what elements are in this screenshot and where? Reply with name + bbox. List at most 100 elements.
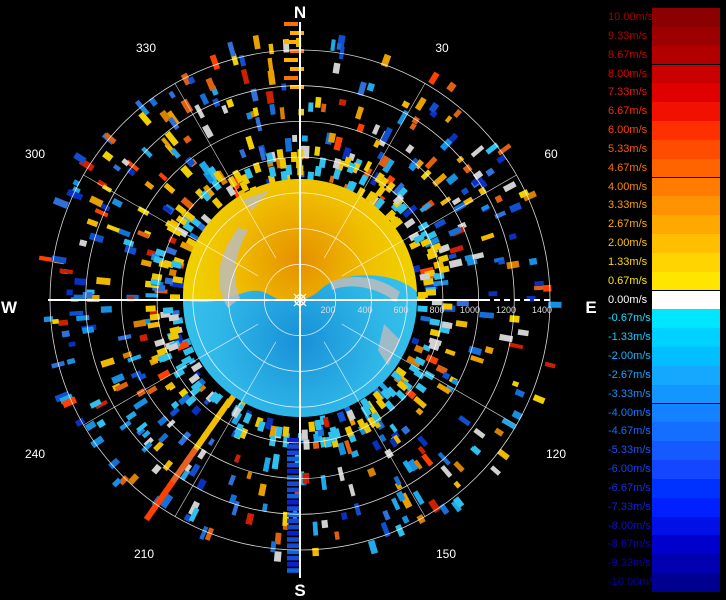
range-gate-cell	[414, 96, 427, 111]
range-gate-cell	[240, 68, 250, 85]
legend-row: 5.33m/s	[604, 139, 722, 159]
range-gate-cell	[508, 342, 524, 350]
range-gate-cell	[424, 156, 438, 170]
legend-swatch	[652, 573, 720, 592]
range-gate-cell	[252, 35, 261, 50]
legend-row: -6.00m/s	[604, 460, 722, 479]
range-gate-cell	[448, 253, 457, 260]
west-label: W	[1, 298, 18, 317]
range-gate-cell	[449, 244, 464, 254]
legend-row: -6.67m/s	[604, 478, 722, 498]
range-gate-cell	[420, 315, 431, 322]
range-gate-cell	[197, 448, 207, 460]
range-gate-cell	[111, 197, 123, 208]
range-gate-cell	[330, 39, 336, 52]
legend-label: 10.00m/s	[608, 11, 654, 23]
legend-label: -4.00m/s	[608, 406, 651, 419]
range-gate-cell	[432, 172, 448, 187]
range-gate-cell	[350, 449, 360, 458]
north-strip-cell	[290, 67, 304, 71]
inner-ring-cell	[308, 421, 316, 432]
range-gate-cell	[124, 245, 137, 255]
inner-ring-cell	[279, 158, 287, 169]
south-strip-cell	[287, 562, 301, 567]
legend-row: -3.33m/s	[604, 384, 722, 404]
range-gate-cell	[367, 539, 379, 555]
azimuth-label-300: 300	[25, 147, 45, 161]
polar-grid	[48, 22, 552, 578]
range-gate-cell	[413, 395, 427, 409]
legend-row: 0.00m/s	[604, 290, 722, 310]
range-gate-cell	[157, 369, 171, 381]
inner-ring-cell	[417, 305, 428, 313]
range-gate-cell	[168, 268, 177, 277]
legend-swatch	[652, 83, 720, 103]
range-gate-cell	[511, 380, 520, 388]
range-gate-cell	[502, 181, 517, 193]
range-gate-cell	[59, 268, 74, 275]
azimuth-label-210: 210	[134, 547, 154, 561]
range-gate-cell	[354, 106, 364, 120]
range-gate-cell	[194, 104, 205, 119]
south-strip-cell	[287, 524, 301, 530]
range-gate-cell	[401, 100, 411, 109]
range-gate-cell	[488, 291, 498, 297]
range-gate-cell	[508, 233, 517, 241]
range-gate-cell	[151, 463, 162, 475]
range-gate-cell	[506, 260, 520, 270]
range-gate-cell	[165, 246, 178, 256]
inner-ring-cell	[332, 168, 342, 180]
inner-ring-cell	[303, 439, 310, 450]
range-gate-cell	[446, 81, 457, 93]
legend-label: 4.00m/s	[608, 180, 648, 193]
legend-label: -4.67m/s	[608, 425, 651, 438]
legend-swatch	[652, 309, 720, 329]
legend-label: 7.33m/s	[608, 86, 648, 99]
inner-ring-cell	[437, 254, 449, 263]
range-gate-cell	[133, 319, 147, 328]
legend-swatch	[652, 45, 720, 65]
legend-label: 1.33m/s	[608, 255, 648, 268]
south-strip-cell	[287, 518, 301, 524]
inner-ring-cell	[282, 426, 290, 437]
inner-ring-cell	[211, 197, 223, 209]
north-strip-cell	[284, 76, 298, 80]
sw-spoke-cell	[143, 504, 158, 522]
range-gate-cell	[111, 373, 125, 385]
range-gate-cell	[246, 471, 253, 480]
legend-swatch	[652, 441, 720, 460]
range-gate-cell	[141, 146, 153, 158]
inner-ring-cell	[423, 370, 436, 381]
range-gate-cell	[353, 502, 362, 516]
legend-swatch	[652, 478, 720, 498]
south-strip-cell	[287, 487, 301, 493]
azimuth-label-120: 120	[546, 447, 566, 461]
legend-row: -9.33m/s	[604, 554, 722, 574]
range-gate-cell	[262, 457, 271, 473]
range-gate-cell	[356, 123, 365, 133]
inner-ring-cell	[145, 305, 156, 312]
legend-swatch	[652, 26, 720, 46]
range-gate-cell	[314, 146, 321, 156]
legend-row: 3.33m/s	[604, 196, 722, 216]
inner-ring-cell	[425, 289, 437, 296]
range-gate-cell	[332, 62, 341, 74]
range-label-200: 200	[320, 305, 335, 315]
range-gate-cell	[485, 142, 499, 155]
south-strip-cell	[287, 512, 301, 517]
range-gate-cell	[69, 310, 84, 316]
legend-label: 0.67m/s	[608, 274, 648, 287]
legend-swatch	[652, 196, 720, 216]
range-gate-cell	[191, 405, 202, 416]
range-gate-cell	[66, 357, 76, 365]
range-gate-cell	[479, 311, 495, 319]
range-gate-cell	[177, 431, 192, 446]
range-gate-cell	[458, 415, 471, 427]
south-strip-cell	[287, 493, 301, 499]
legend-swatch	[652, 121, 720, 140]
range-gate-cell	[321, 519, 329, 529]
range-gate-cell	[145, 293, 159, 298]
legend-swatch	[652, 516, 720, 536]
range-gate-cell	[267, 70, 276, 86]
range-label-600: 600	[393, 305, 408, 315]
